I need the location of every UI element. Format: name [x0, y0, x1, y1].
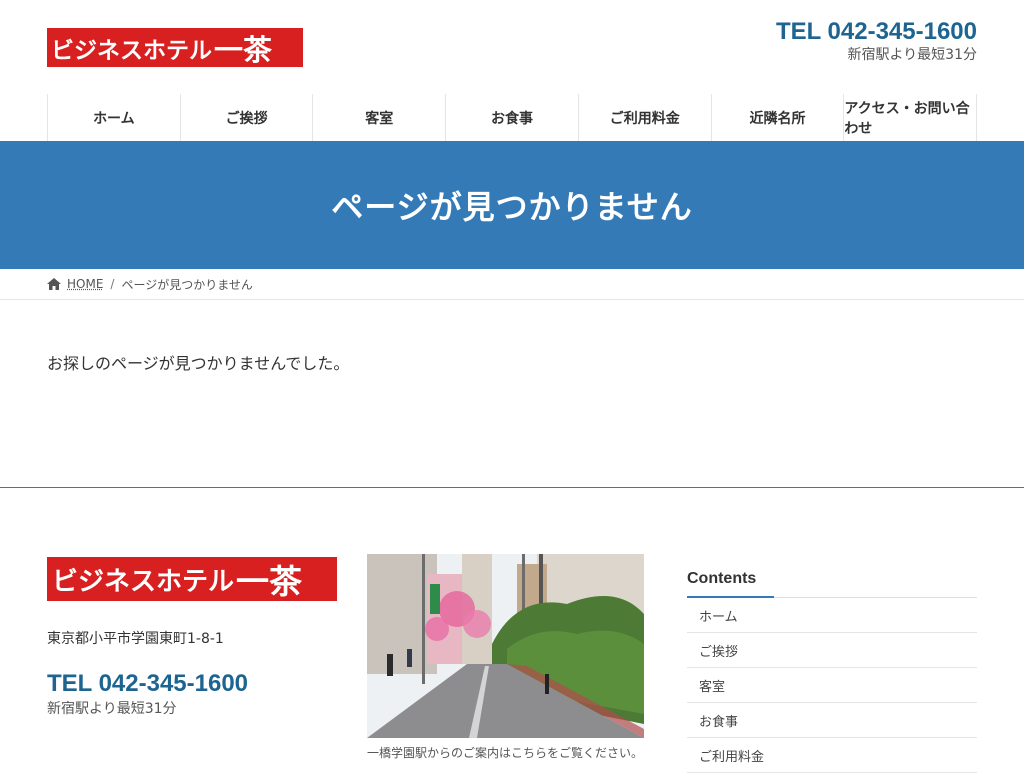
nav-item-meals[interactable]: お食事 — [445, 94, 578, 141]
contents-item-rooms[interactable]: 客室 — [687, 668, 977, 703]
nav-item-home[interactable]: ホーム — [47, 94, 180, 141]
site-logo[interactable]: ビジネスホテル 一茶 — [47, 28, 303, 67]
footer-address: 東京都小平市学園東町1-8-1 — [47, 631, 224, 647]
footer-logo-text: ビジネスホテル — [52, 566, 235, 597]
contents-item-meals[interactable]: お食事 — [687, 703, 977, 738]
photo-caption: 一橋学園駅からのご案内はこちらをご覧ください。 — [367, 746, 644, 760]
breadcrumb-home-link[interactable]: HOME — [67, 277, 103, 291]
logo-kanji: 一茶 — [214, 32, 273, 67]
site-header: ビジネスホテル 一茶 TEL 042-345-1600 新宿駅より最短31分 — [0, 0, 1024, 94]
nav-item-access-contact[interactable]: アクセス・お問い合わせ — [843, 94, 978, 141]
nav-item-greeting[interactable]: ご挨拶 — [179, 94, 313, 141]
footer-logo-kanji: 一茶 — [236, 562, 303, 601]
breadcrumb-current: ページが見つかりません — [121, 277, 253, 292]
home-icon — [47, 278, 61, 290]
footer-logo[interactable]: ビジネスホテル 一茶 — [47, 557, 337, 601]
header-tel[interactable]: TEL 042-345-1600 — [776, 18, 977, 46]
breadcrumb-separator: / — [110, 277, 115, 291]
not-found-message: お探しのページが見つかりませんでした。 — [47, 354, 350, 373]
page-header-band: ページが見つかりません — [0, 141, 1024, 269]
contents-item-greeting[interactable]: ご挨拶 — [687, 633, 977, 668]
global-nav: ホーム ご挨拶 客室 お食事 ご利用料金 近隣名所 アクセス・お問い合わせ — [47, 94, 978, 141]
nav-item-rates[interactable]: ご利用料金 — [577, 94, 711, 141]
station-street-photo[interactable] — [367, 554, 644, 738]
footer-tel[interactable]: TEL 042-345-1600 — [47, 670, 248, 698]
page-title: ページが見つかりません — [331, 188, 693, 226]
contents-heading: Contents — [687, 570, 757, 587]
contents-menu: ホーム ご挨拶 客室 お食事 ご利用料金 — [687, 598, 977, 773]
nav-item-sights[interactable]: 近隣名所 — [710, 94, 844, 141]
logo-text: ビジネスホテル — [51, 37, 212, 64]
header-tel-sub: 新宿駅より最短31分 — [847, 47, 977, 63]
breadcrumb: HOME / ページが見つかりません — [0, 269, 1024, 300]
header-contact: TEL 042-345-1600 新宿駅より最短31分 — [776, 18, 977, 64]
footer-tel-sub: 新宿駅より最短31分 — [47, 701, 177, 717]
footer-divider — [0, 487, 1024, 488]
nav-item-rooms[interactable]: 客室 — [312, 94, 445, 141]
contents-item-home[interactable]: ホーム — [687, 598, 977, 633]
